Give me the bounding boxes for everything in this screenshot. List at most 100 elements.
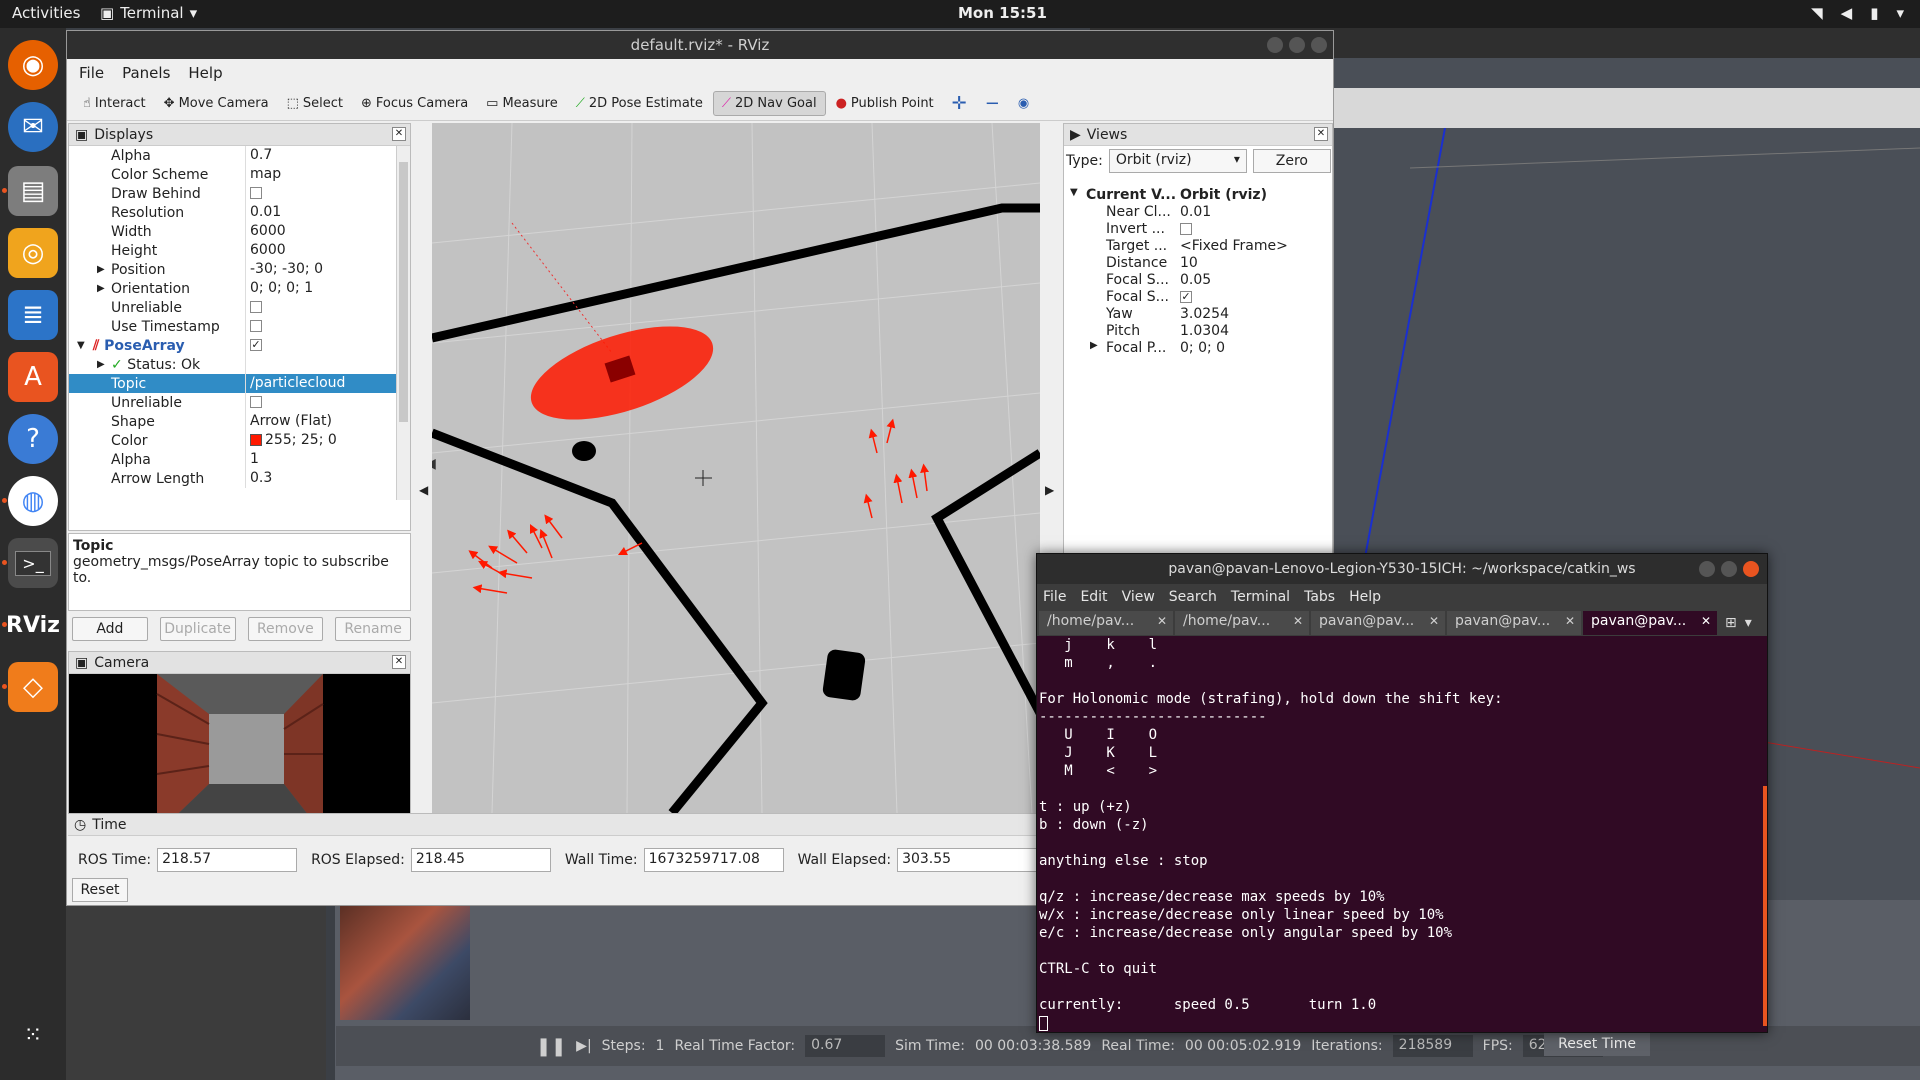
property-value[interactable]: -30; -30; 0 [245, 260, 395, 279]
view-row[interactable]: Pitch 1.0304 [1064, 322, 1332, 339]
menu-view[interactable]: View [1122, 589, 1155, 605]
menu-file[interactable]: File [79, 64, 104, 82]
view-prop-value[interactable]: 1.0304 [1176, 323, 1229, 339]
close-icon[interactable]: ✕ [1429, 614, 1439, 628]
menu-edit[interactable]: Edit [1080, 589, 1107, 605]
view-row[interactable]: ▶ Focal P... 0; 0; 0 [1064, 339, 1332, 356]
expand-arrow-icon[interactable]: ▶ [1090, 340, 1098, 351]
scrollbar-thumb[interactable] [399, 162, 408, 422]
tool-focus-camera[interactable]: ⊕ Focus Camera [353, 92, 476, 115]
unreliable-checkbox[interactable] [250, 301, 262, 313]
wall-time-field[interactable]: 1673259717.08 [643, 848, 784, 872]
property-row[interactable]: Alpha 1 [69, 450, 397, 469]
property-value[interactable]: map [245, 165, 395, 184]
view-prop-value[interactable]: <Fixed Frame> [1176, 238, 1288, 254]
tool-publish-point[interactable]: ● Publish Point [828, 92, 942, 115]
property-row[interactable]: Alpha 0.7 [69, 146, 397, 165]
property-row[interactable]: Color Scheme map [69, 165, 397, 184]
close-icon[interactable]: ✕ [1157, 614, 1167, 628]
activities-button[interactable]: Activities [12, 4, 80, 22]
property-value[interactable]: 6000 [245, 241, 395, 260]
posearray-enabled-checkbox[interactable]: ✓ [250, 339, 262, 351]
help-icon[interactable]: ? [8, 414, 58, 464]
property-row[interactable]: Color 255; 25; 0 [69, 431, 397, 450]
property-value[interactable]: 0; 0; 0; 1 [245, 279, 395, 298]
rename-button[interactable]: Rename [335, 617, 411, 641]
display-posearray[interactable]: ▼ ⫽ PoseArray ✓ [69, 336, 397, 355]
show-apps-icon[interactable]: ⁙ [8, 1010, 58, 1060]
menu-help[interactable]: Help [1349, 589, 1381, 605]
close-icon[interactable]: ✕ [1314, 127, 1328, 141]
chevron-down-icon[interactable]: ▾ [1745, 615, 1752, 631]
property-value[interactable]: 1 [245, 450, 395, 469]
property-row[interactable]: Width 6000 [69, 222, 397, 241]
view-row[interactable]: ▼ Current V... Orbit (rviz) [1064, 186, 1332, 203]
view-prop-value[interactable]: 0.01 [1176, 204, 1211, 220]
reset-time-button[interactable]: Reset Time [1544, 1032, 1650, 1056]
property-value[interactable] [245, 184, 395, 203]
minimize-button[interactable] [1699, 561, 1715, 577]
view-prop-value[interactable]: 0.05 [1176, 272, 1211, 288]
terminal-scrollbar[interactable] [1759, 636, 1767, 1032]
view-prop-value[interactable]: 0; 0; 0 [1176, 340, 1225, 356]
view-row[interactable]: Distance 10 [1064, 254, 1332, 271]
view-type-select[interactable]: Orbit (rviz) [1108, 149, 1247, 173]
property-value[interactable]: Arrow (Flat) [245, 412, 395, 431]
close-icon[interactable]: ✕ [1701, 614, 1711, 628]
maximize-button[interactable] [1289, 37, 1305, 53]
add-button[interactable]: Add [72, 617, 148, 641]
terminal-output[interactable]: j k l m , . For Holonomic mode (strafing… [1037, 636, 1749, 1032]
tool-move-camera[interactable]: ✥ Move Camera [156, 92, 277, 115]
scrollbar-thumb[interactable] [1763, 786, 1767, 1026]
zero-button[interactable]: Zero [1252, 149, 1331, 173]
property-row[interactable]: Arrow Length 0.3 [69, 469, 397, 488]
close-button[interactable] [1743, 561, 1759, 577]
view-row[interactable]: Focal S... ✓ [1064, 288, 1332, 305]
system-tray[interactable]: ◥ ◀ ▮ ▾ [1811, 4, 1904, 22]
collapse-left-icon[interactable]: ◀ [432, 456, 436, 472]
property-row[interactable]: Unreliable [69, 393, 397, 412]
property-value[interactable]: 6000 [245, 222, 395, 241]
3d-render-view[interactable]: ◀ [432, 123, 1040, 813]
wall-elapsed-field[interactable]: 303.55 [897, 848, 1038, 872]
collapse-arrow-icon[interactable]: ▼ [1070, 187, 1078, 198]
view-row[interactable]: Target ... <Fixed Frame> [1064, 237, 1332, 254]
property-row-selected[interactable]: Topic/particlecloud [69, 374, 397, 393]
terminal-tab[interactable]: /home/pav... ✕ [1175, 611, 1309, 635]
scrollbar[interactable] [396, 146, 410, 500]
clock[interactable]: Mon 15:51 [958, 4, 1047, 22]
rviz-icon[interactable]: RViz [6, 600, 60, 650]
property-value[interactable]: 0.01 [245, 203, 395, 222]
view-row[interactable]: Yaw 3.0254 [1064, 305, 1332, 322]
terminal-icon[interactable]: >_ [8, 538, 58, 588]
invert-checkbox[interactable] [1180, 222, 1192, 235]
app-menu[interactable]: ▣ Terminal ▾ [100, 4, 197, 22]
files-icon[interactable]: ▤ [8, 166, 58, 216]
unreliable-checkbox[interactable] [250, 396, 262, 408]
libreoffice-writer-icon[interactable]: ≣ [8, 290, 58, 340]
close-button[interactable] [1311, 37, 1327, 53]
pause-icon[interactable]: ❚❚ [536, 1036, 566, 1057]
step-icon[interactable]: ▶| [576, 1038, 591, 1054]
terminal-tab[interactable]: pavan@pav... ✕ [1447, 611, 1581, 635]
close-icon[interactable]: ✕ [392, 655, 406, 669]
property-value[interactable]: /particlecloud [245, 374, 395, 393]
software-center-icon[interactable]: A [8, 352, 58, 402]
terminal-tab-active[interactable]: pavan@pav... ✕ [1583, 611, 1717, 635]
property-value[interactable] [245, 393, 395, 412]
color-swatch[interactable] [250, 434, 262, 446]
remove-tool-button[interactable]: − [977, 89, 1008, 118]
property-row[interactable]: ▶ ✓ Status: Ok [69, 355, 397, 374]
add-tool-button[interactable]: ✛ [944, 89, 975, 118]
use-timestamp-checkbox[interactable] [250, 320, 262, 332]
focal-shape-checkbox[interactable]: ✓ [1180, 290, 1192, 303]
property-value[interactable]: 0.3 [245, 469, 395, 488]
firefox-icon[interactable]: ◉ [8, 40, 58, 90]
gazebo-icon[interactable]: ◇ [8, 662, 58, 712]
menu-panels[interactable]: Panels [122, 64, 170, 82]
view-row[interactable]: Invert ... [1064, 220, 1332, 237]
view-prop-value[interactable] [1176, 221, 1192, 237]
view-row[interactable]: Near Cl... 0.01 [1064, 203, 1332, 220]
property-value[interactable]: ✓ [245, 336, 395, 355]
menu-file[interactable]: File [1043, 589, 1066, 605]
